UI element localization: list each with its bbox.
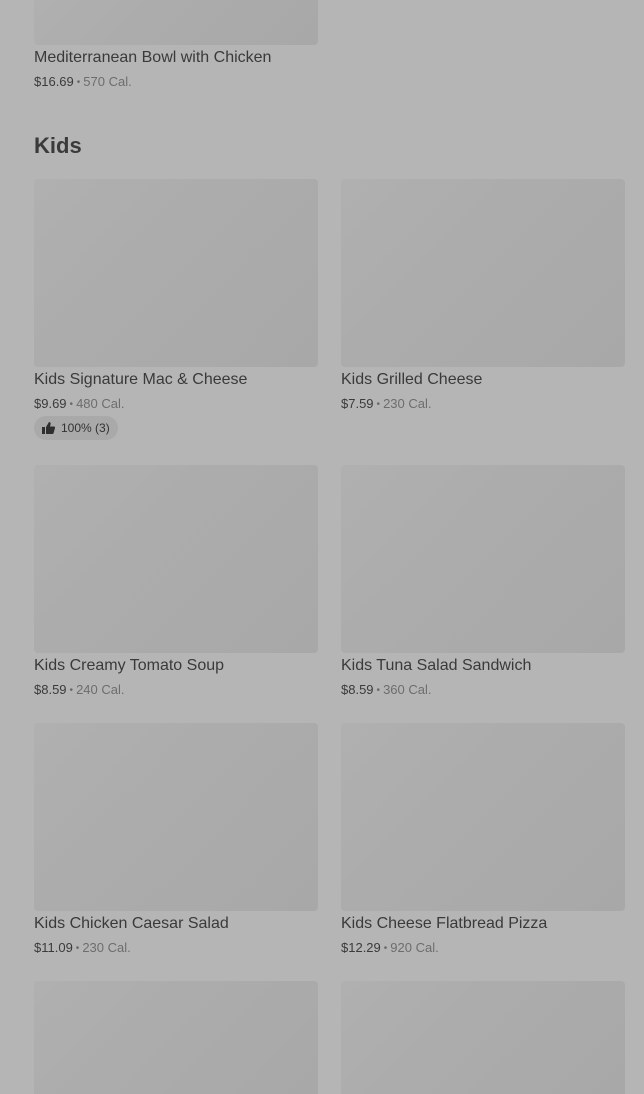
menu-item-price: $12.29	[341, 940, 381, 955]
rating-text: 100% (3)	[61, 421, 110, 435]
menu-page: Mediterranean Bowl with Chicken $16.69 • 5…	[0, 0, 644, 1094]
menu-item-meta: $8.59 • 360 Cal.	[341, 681, 431, 700]
menu-item-image[interactable]	[341, 723, 625, 911]
meta-separator: •	[376, 399, 381, 410]
menu-item-name[interactable]: Mediterranean Bowl with Chicken	[34, 48, 271, 68]
menu-item-calories: 360 Cal.	[383, 682, 432, 697]
menu-item-meta: $9.69 • 480 Cal.	[34, 395, 124, 414]
menu-item-card[interactable]: Kids Cheese Flatbread Pizza $12.29 • 920 C…	[341, 723, 625, 963]
menu-item-meta: $16.69 • 570 Cal.	[34, 73, 132, 92]
menu-item-calories: 480 Cal.	[76, 396, 125, 411]
menu-item-image[interactable]	[34, 0, 318, 45]
menu-item-image[interactable]	[341, 981, 625, 1094]
menu-item-calories: 230 Cal.	[383, 396, 432, 411]
menu-item-image[interactable]	[34, 723, 318, 911]
section-title: Kids	[34, 133, 82, 158]
menu-item-image[interactable]	[34, 465, 318, 653]
meta-separator: •	[376, 685, 381, 696]
meta-separator: •	[69, 399, 74, 410]
menu-item-price: $9.69	[34, 396, 67, 411]
menu-item-calories: 570 Cal.	[83, 74, 132, 89]
menu-item-image[interactable]	[34, 179, 318, 367]
menu-item-name[interactable]: Kids Creamy Tomato Soup	[34, 656, 224, 676]
menu-item-image[interactable]	[341, 179, 625, 367]
menu-item-meta: $12.29 • 920 Cal.	[341, 939, 439, 958]
menu-item-image[interactable]	[34, 981, 318, 1094]
meta-separator: •	[383, 943, 388, 954]
menu-item-price: $16.69	[34, 74, 74, 89]
meta-separator: •	[69, 685, 74, 696]
menu-item-price: $11.09	[34, 940, 73, 955]
meta-separator: •	[76, 77, 81, 88]
menu-item-card[interactable]: Mediterranean Bowl with Chicken $16.69 • 5…	[34, 0, 318, 92]
menu-item-card[interactable]: Kids Creamy Tomato Soup $8.59 • 240 Cal.	[34, 465, 318, 705]
menu-item-image[interactable]	[341, 465, 625, 653]
menu-item-meta: $8.59 • 240 Cal.	[34, 681, 124, 700]
menu-item-card[interactable]: Kids Signature Mac & Cheese $9.69 • 480 Ca…	[34, 179, 318, 443]
menu-item-calories: 230 Cal.	[82, 940, 131, 955]
menu-item-card[interactable]: Kids Grilled Cheese $7.59 • 230 Cal.	[341, 179, 625, 419]
menu-item-name[interactable]: Kids Chicken Caesar Salad	[34, 914, 229, 934]
thumbs-up-icon	[42, 422, 55, 434]
menu-item-card[interactable]	[34, 981, 318, 1094]
menu-item-card[interactable]: Kids Tuna Salad Sandwich $8.59 • 360 Cal.	[341, 465, 625, 705]
menu-item-meta: $7.59 • 230 Cal.	[341, 395, 431, 414]
menu-item-price: $8.59	[341, 682, 374, 697]
menu-item-card[interactable]	[341, 981, 625, 1094]
meta-separator: •	[75, 943, 80, 954]
menu-item-calories: 920 Cal.	[390, 940, 439, 955]
menu-item-name[interactable]: Kids Cheese Flatbread Pizza	[341, 914, 547, 934]
menu-item-calories: 240 Cal.	[76, 682, 125, 697]
menu-item-price: $7.59	[341, 396, 374, 411]
menu-item-name[interactable]: Kids Signature Mac & Cheese	[34, 370, 247, 390]
rating-badge: 100% (3)	[34, 416, 118, 440]
menu-item-name[interactable]: Kids Tuna Salad Sandwich	[341, 656, 531, 676]
menu-item-price: $8.59	[34, 682, 67, 697]
menu-item-meta: $11.09 • 230 Cal.	[34, 939, 131, 958]
menu-item-card[interactable]: Kids Chicken Caesar Salad $11.09 • 230 Cal…	[34, 723, 318, 963]
menu-item-name[interactable]: Kids Grilled Cheese	[341, 370, 482, 390]
